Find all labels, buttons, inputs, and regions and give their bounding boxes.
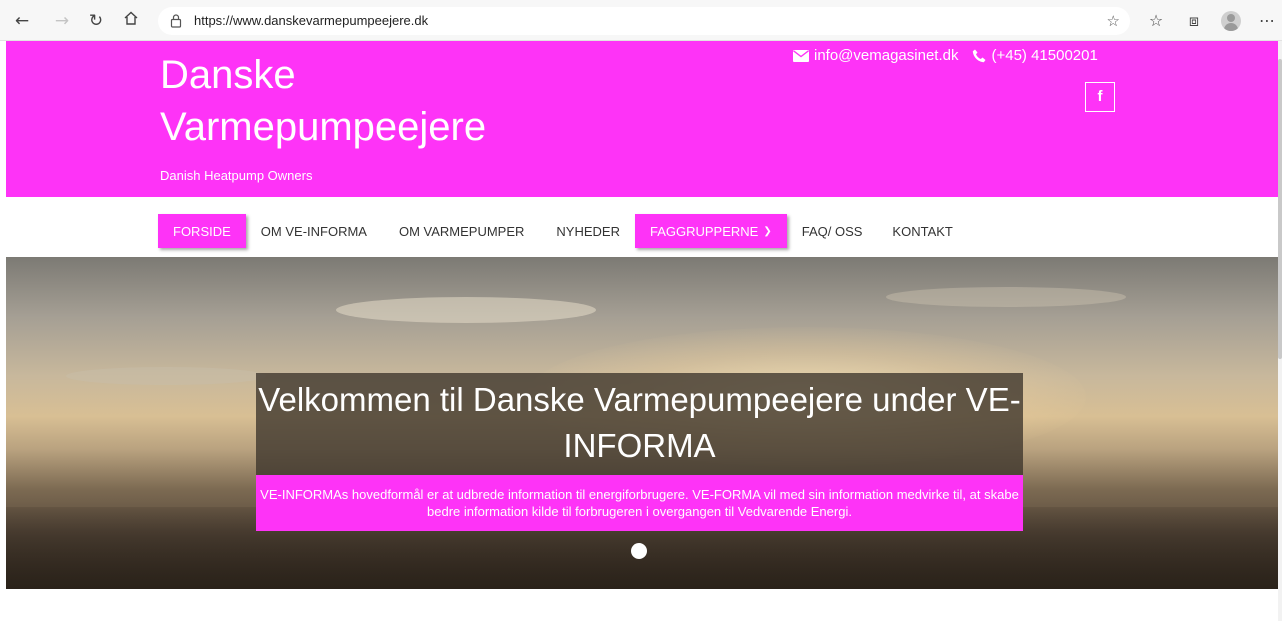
hero-cloud: [336, 297, 596, 323]
hero-cloud: [886, 287, 1126, 307]
forward-icon[interactable]: →: [51, 10, 73, 32]
contact-info: info@vemagasinet.dk (+45) 41500201: [793, 47, 1098, 64]
browser-toolbar: ← → ↻ https://www.danskevarmepumpeejere.…: [0, 0, 1282, 41]
nav-item-label: KONTAKT: [892, 223, 953, 239]
slider-dot[interactable]: [631, 543, 647, 559]
site-tagline: Danish Heatpump Owners: [160, 168, 313, 183]
site-header: Danske Varmepumpeejere Danish Heatpump O…: [6, 41, 1278, 197]
hero-title-box: Velkommen til Danske Varmepumpeejere und…: [256, 373, 1023, 475]
page-scrollbar[interactable]: [1278, 41, 1282, 621]
nav-item-faq-oss[interactable]: FAQ/ OSS: [787, 214, 878, 248]
phone-icon: [973, 49, 986, 62]
favorites-icon[interactable]: ☆: [1145, 10, 1167, 32]
nav-item-label: OM VARMEPUMPER: [398, 223, 525, 239]
envelope-icon: [793, 49, 809, 62]
home-icon[interactable]: [120, 10, 142, 32]
nav-item-label: FAGGRUPPERNE: [649, 223, 759, 239]
lock-icon[interactable]: [170, 13, 182, 28]
hero-cloud: [66, 367, 266, 385]
address-bar[interactable]: https://www.danskevarmepumpeejere.dk ☆: [158, 7, 1130, 35]
favorite-star-icon[interactable]: ☆: [1107, 12, 1120, 30]
more-icon[interactable]: ⋯: [1256, 10, 1278, 32]
contact-phone[interactable]: (+45) 41500201: [991, 47, 1097, 64]
hero-title: Velkommen til Danske Varmepumpeejere und…: [258, 381, 1021, 464]
scrollbar-thumb[interactable]: [1278, 59, 1282, 359]
nav-item-om-ve-informa[interactable]: OM VE-INFORMA: [246, 214, 382, 248]
hero-subtitle: VE-INFORMAs hovedformål er at udbrede in…: [256, 475, 1023, 531]
profile-icon[interactable]: [1221, 11, 1241, 31]
contact-email[interactable]: info@vemagasinet.dk: [814, 47, 958, 64]
nav-item-faggrupperne[interactable]: FAGGRUPPERNE ❯: [634, 214, 787, 248]
nav-item-label: FORSIDE: [173, 223, 231, 239]
nav-item-label: OM VE-INFORMA: [260, 223, 367, 239]
facebook-icon[interactable]: f: [1085, 82, 1115, 112]
nav-item-label: FAQ/ OSS: [801, 223, 863, 239]
nav-item-om-varmepumper[interactable]: OM VARMEPUMPER: [382, 214, 541, 248]
nav-item-nyheder[interactable]: NYHEDER: [541, 214, 635, 248]
nav-item-label: NYHEDER: [556, 223, 620, 239]
refresh-icon[interactable]: ↻: [85, 10, 107, 32]
nav-item-forside[interactable]: FORSIDE: [158, 214, 246, 248]
site-title[interactable]: Danske Varmepumpeejere: [160, 49, 580, 153]
main-navigation: FORSIDE OM VE-INFORMA OM VARMEPUMPER NYH…: [158, 214, 968, 248]
nav-item-kontakt[interactable]: KONTAKT: [877, 214, 967, 248]
hero-slider: Velkommen til Danske Varmepumpeejere und…: [6, 257, 1278, 589]
chevron-down-icon: ❯: [763, 225, 772, 237]
url-text[interactable]: https://www.danskevarmepumpeejere.dk: [194, 13, 428, 28]
collections-icon[interactable]: ⧈: [1183, 10, 1205, 32]
back-icon[interactable]: ←: [11, 10, 33, 32]
